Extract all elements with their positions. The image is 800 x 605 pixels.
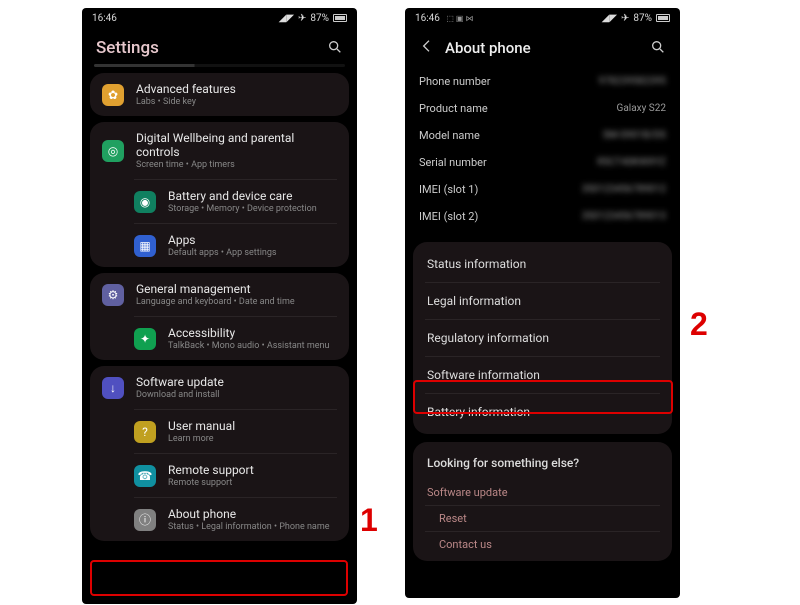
settings-group-2: ◎ Digital Wellbeing and parental control… [90, 122, 349, 267]
g3-item-1-label: Accessibility [168, 326, 329, 340]
status-noti-icons: ⬚ ▣ ⋈ [446, 14, 473, 23]
g4-item-0-label: Software update [136, 375, 224, 389]
info-row-2[interactable]: Regulatory information [425, 319, 660, 356]
g2-item-2-sub: Default apps • App settings [168, 248, 277, 258]
settings-group-4: ↓ Software update Download and install? … [90, 366, 349, 541]
kv-val: 350123456789012 [582, 184, 666, 195]
kv-key: Product name [419, 102, 488, 115]
annotation-1: 1 [360, 502, 378, 539]
device-info-list: Phone number 978239582395 Product name Gala… [405, 64, 680, 234]
g4-item-3-icon: ⓘ [134, 509, 156, 531]
g1-item-0-sub: Labs • Side key [136, 97, 236, 107]
g4-item-1[interactable]: ? User manual Learn more [134, 409, 337, 453]
settings-group-1: ✿ Advanced features Labs • Side key [90, 73, 349, 116]
g4-item-2-sub: Remote support [168, 478, 254, 488]
g4-item-1-icon: ? [134, 421, 156, 443]
looking-link-2[interactable]: Contact us [425, 531, 660, 557]
g2-item-2[interactable]: ▦ Apps Default apps • App settings [134, 223, 337, 267]
g2-item-0-label: Digital Wellbeing and parental controls [136, 131, 337, 159]
about-header: About phone [405, 28, 680, 64]
kv-3: Serial number R5CT40KWXYZ [405, 149, 680, 176]
kv-key: Phone number [419, 75, 490, 88]
g4-item-1-label: User manual [168, 419, 235, 433]
g2-item-2-label: Apps [168, 233, 277, 247]
battery-icon [656, 14, 670, 22]
kv-val: 350123456789013 [582, 211, 666, 222]
g2-item-1-sub: Storage • Memory • Device protection [168, 204, 317, 214]
kv-key: IMEI (slot 1) [419, 183, 478, 196]
kv-key: Model name [419, 129, 480, 142]
information-section: Status informationLegal informationRegul… [413, 242, 672, 434]
g4-item-0[interactable]: ↓ Software update Download and install [90, 366, 349, 409]
phone-settings: 16:46 ◢◤ ✈ 87% Settings ✿ Advanced featu… [82, 8, 357, 604]
settings-header: Settings [82, 28, 357, 64]
g4-item-2[interactable]: ☎ Remote support Remote support [134, 453, 337, 497]
g4-item-3-label: About phone [168, 507, 330, 521]
airplane-icon: ✈ [621, 13, 629, 24]
g4-item-3-sub: Status • Legal information • Phone name [168, 522, 330, 532]
battery-icon [333, 14, 347, 22]
kv-0: Phone number 978239582395 [405, 68, 680, 95]
g4-item-3[interactable]: ⓘ About phone Status • Legal information… [134, 497, 337, 541]
battery-pct: 87% [633, 13, 652, 24]
kv-2: Model name SM-S901B/DS [405, 122, 680, 149]
g3-item-1-icon: ✦ [134, 328, 156, 350]
status-time: 16:46 [415, 13, 440, 24]
mute-icon: ◢◤ [279, 13, 294, 24]
phone-about: 16:46 ⬚ ▣ ⋈ ◢◤ ✈ 87% About phone Phone n… [405, 8, 680, 598]
status-bar: 16:46 ⬚ ▣ ⋈ ◢◤ ✈ 87% [405, 8, 680, 28]
g2-item-1[interactable]: ◉ Battery and device care Storage • Memo… [134, 179, 337, 223]
info-row-1[interactable]: Legal information [425, 282, 660, 319]
kv-4: IMEI (slot 1) 350123456789012 [405, 176, 680, 203]
scroll-indicator [94, 64, 345, 67]
info-row-3[interactable]: Software information [425, 356, 660, 393]
g2-item-0-icon: ◎ [102, 140, 124, 162]
g1-item-0-icon: ✿ [102, 84, 124, 106]
status-bar: 16:46 ◢◤ ✈ 87% [82, 8, 357, 28]
kv-val: Galaxy S22 [617, 103, 666, 114]
page-title: Settings [96, 38, 159, 58]
kv-1: Product name Galaxy S22 [405, 95, 680, 122]
settings-group-3: ⚙ General management Language and keyboa… [90, 273, 349, 360]
g3-item-0-sub: Language and keyboard • Date and time [136, 297, 295, 307]
g2-item-0-sub: Screen time • App timers [136, 160, 337, 170]
info-row-0[interactable]: Status information [413, 246, 672, 282]
g3-item-1[interactable]: ✦ Accessibility TalkBack • Mono audio • … [134, 316, 337, 360]
looking-link-0[interactable]: Software update [413, 480, 672, 505]
g4-item-2-label: Remote support [168, 463, 254, 477]
mute-icon: ◢◤ [602, 13, 617, 24]
g3-item-0-icon: ⚙ [102, 284, 124, 306]
g1-item-0-label: Advanced features [136, 82, 236, 96]
g2-item-2-icon: ▦ [134, 235, 156, 257]
search-icon[interactable] [327, 39, 343, 58]
kv-val: SM-S901B/DS [603, 130, 666, 141]
page-title: About phone [445, 39, 531, 57]
g3-item-1-sub: TalkBack • Mono audio • Assistant menu [168, 341, 329, 351]
info-row-4[interactable]: Battery information [425, 393, 660, 430]
battery-pct: 87% [310, 13, 329, 24]
looking-link-1[interactable]: Reset [425, 505, 660, 531]
g4-item-2-icon: ☎ [134, 465, 156, 487]
g3-item-0[interactable]: ⚙ General management Language and keyboa… [90, 273, 349, 316]
annotation-2: 2 [690, 306, 708, 343]
status-time: 16:46 [92, 13, 117, 24]
kv-5: IMEI (slot 2) 350123456789013 [405, 203, 680, 230]
g4-item-1-sub: Learn more [168, 434, 235, 444]
looking-section: Looking for something else? Software upd… [413, 442, 672, 561]
kv-key: IMEI (slot 2) [419, 210, 478, 223]
g2-item-1-label: Battery and device care [168, 189, 317, 203]
looking-header: Looking for something else? [413, 446, 672, 480]
kv-key: Serial number [419, 156, 487, 169]
airplane-icon: ✈ [298, 13, 306, 24]
g4-item-0-sub: Download and install [136, 390, 224, 400]
kv-val: 978239582395 [599, 76, 666, 87]
g2-item-0[interactable]: ◎ Digital Wellbeing and parental control… [90, 122, 349, 179]
g1-item-0[interactable]: ✿ Advanced features Labs • Side key [90, 73, 349, 116]
kv-val: R5CT40KWXYZ [597, 157, 666, 168]
search-icon[interactable] [650, 39, 666, 58]
g4-item-0-icon: ↓ [102, 377, 124, 399]
back-icon[interactable] [419, 38, 435, 58]
g3-item-0-label: General management [136, 282, 295, 296]
g2-item-1-icon: ◉ [134, 191, 156, 213]
